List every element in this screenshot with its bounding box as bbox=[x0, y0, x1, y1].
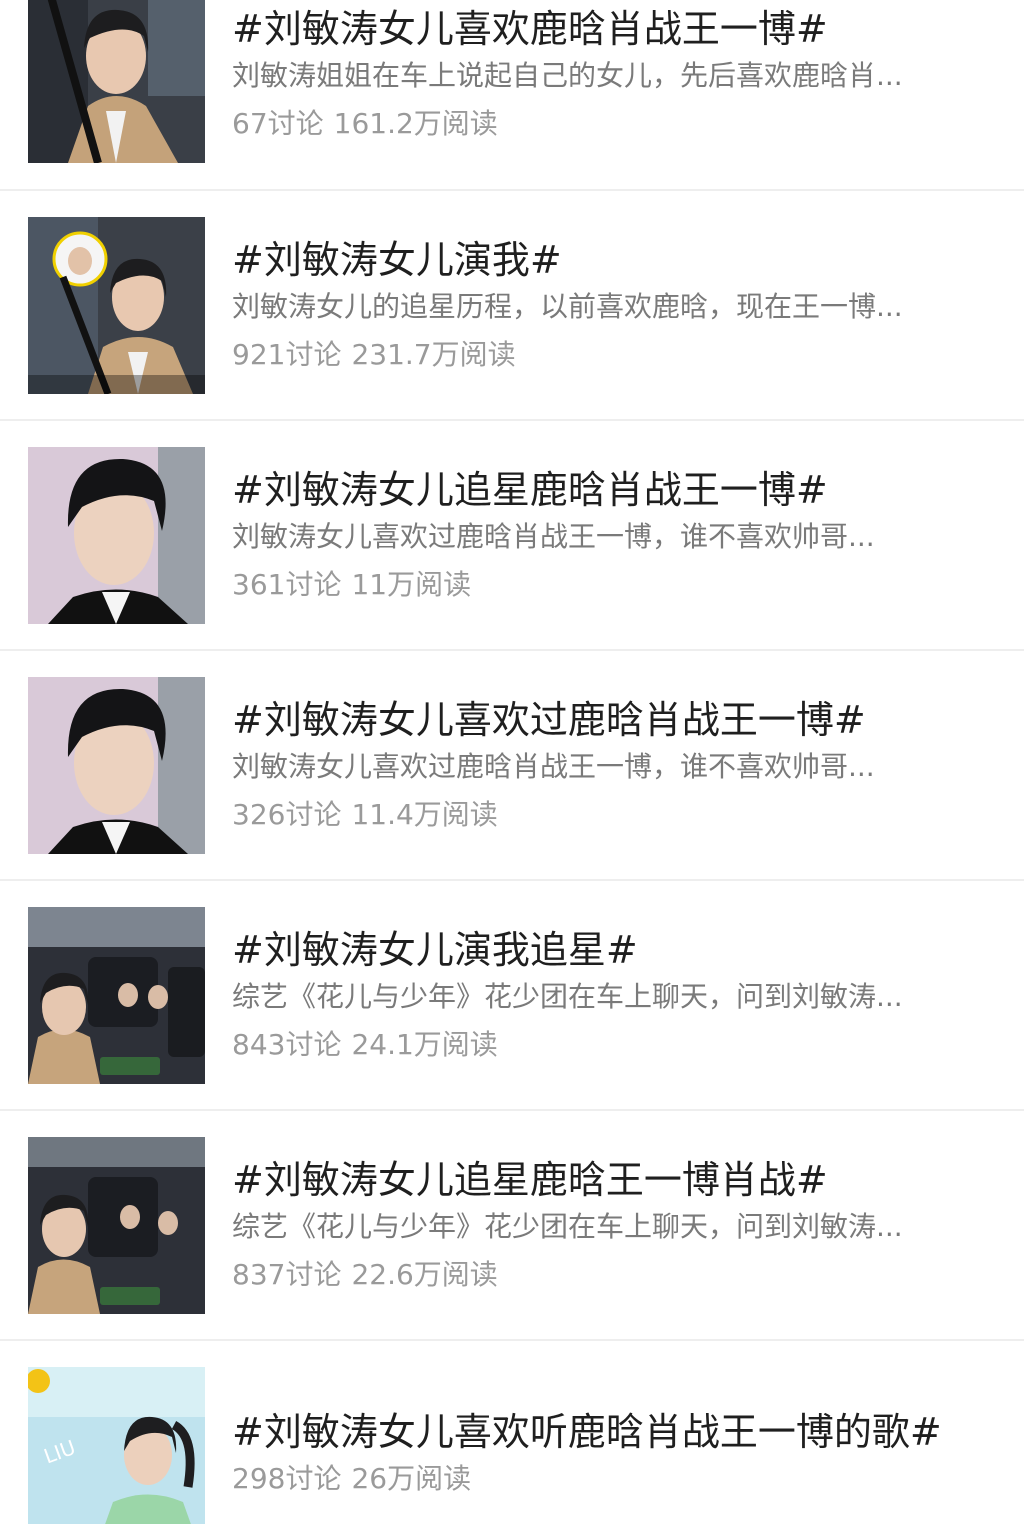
topic-item[interactable]: #刘敏涛女儿演我追星# 综艺《花儿与少年》花少团在车上聊天，问到刘敏涛... 8… bbox=[0, 881, 1024, 1111]
topic-text: #刘敏涛女儿演我追星# 综艺《花儿与少年》花少团在车上聊天，问到刘敏涛... 8… bbox=[232, 927, 986, 1063]
topic-item[interactable]: #刘敏涛女儿追星鹿晗肖战王一博# 刘敏涛女儿喜欢过鹿晗肖战王一博，谁不喜欢帅哥.… bbox=[0, 421, 1024, 651]
read-count: 26万阅读 bbox=[351, 1462, 472, 1495]
topic-text: #刘敏涛女儿演我# 刘敏涛女儿的追星历程，以前喜欢鹿晗，现在王一博... 921… bbox=[232, 237, 986, 373]
topic-stats: 298讨论 26万阅读 bbox=[232, 1461, 986, 1497]
discussion-count: 921讨论 bbox=[232, 338, 342, 371]
topic-title[interactable]: #刘敏涛女儿追星鹿晗肖战王一博# bbox=[232, 467, 986, 513]
topic-description: 刘敏涛姐姐在车上说起自己的女儿，先后喜欢鹿晗肖... bbox=[232, 59, 903, 92]
topic-list: #刘敏涛女儿喜欢鹿晗肖战王一博# 刘敏涛姐姐在车上说起自己的女儿，先后喜欢鹿晗肖… bbox=[0, 0, 1024, 1524]
topic-stats: 843讨论 24.1万阅读 bbox=[232, 1027, 986, 1063]
topic-text: #刘敏涛女儿喜欢鹿晗肖战王一博# 刘敏涛姐姐在车上说起自己的女儿，先后喜欢鹿晗肖… bbox=[232, 6, 986, 142]
topic-title[interactable]: #刘敏涛女儿喜欢过鹿晗肖战王一博# bbox=[232, 697, 986, 743]
topic-description: 刘敏涛女儿喜欢过鹿晗肖战王一博，谁不喜欢帅哥... bbox=[232, 750, 875, 783]
read-count: 161.2万阅读 bbox=[333, 107, 498, 140]
discussion-count: 837讨论 bbox=[232, 1258, 342, 1291]
read-count: 11.4万阅读 bbox=[351, 798, 498, 831]
topic-item[interactable]: #刘敏涛女儿喜欢鹿晗肖战王一博# 刘敏涛姐姐在车上说起自己的女儿，先后喜欢鹿晗肖… bbox=[0, 0, 1024, 191]
topic-stats: 361讨论 11万阅读 bbox=[232, 567, 986, 603]
topic-description: 刘敏涛女儿的追星历程，以前喜欢鹿晗，现在王一博... bbox=[232, 290, 903, 323]
topic-title[interactable]: #刘敏涛女儿喜欢鹿晗肖战王一博# bbox=[232, 6, 986, 52]
topic-stats: 326讨论 11.4万阅读 bbox=[232, 797, 986, 833]
topic-text: #刘敏涛女儿追星鹿晗王一博肖战# 综艺《花儿与少年》花少团在车上聊天，问到刘敏涛… bbox=[232, 1157, 986, 1293]
topic-text: #刘敏涛女儿喜欢过鹿晗肖战王一博# 刘敏涛女儿喜欢过鹿晗肖战王一博，谁不喜欢帅哥… bbox=[232, 697, 986, 833]
discussion-count: 326讨论 bbox=[232, 798, 342, 831]
group-in-car-thumbnail bbox=[28, 907, 205, 1084]
topic-title[interactable]: #刘敏涛女儿演我# bbox=[232, 237, 986, 283]
woman-in-car-thumbnail bbox=[28, 0, 205, 163]
man-portrait-thumbnail bbox=[28, 447, 205, 624]
discussion-count: 298讨论 bbox=[232, 1462, 342, 1495]
topic-item[interactable]: #刘敏涛女儿喜欢过鹿晗肖战王一博# 刘敏涛女儿喜欢过鹿晗肖战王一博，谁不喜欢帅哥… bbox=[0, 651, 1024, 881]
woman-green-sweater-thumbnail: LIU bbox=[28, 1367, 205, 1524]
discussion-count: 843讨论 bbox=[232, 1028, 342, 1061]
topic-item[interactable]: LIU #刘敏涛女儿喜欢听鹿晗肖战王一博的歌# 298讨论 26万阅读 bbox=[0, 1341, 1024, 1524]
topic-text: #刘敏涛女儿喜欢听鹿晗肖战王一博的歌# 298讨论 26万阅读 bbox=[232, 1409, 986, 1497]
topic-text: #刘敏涛女儿追星鹿晗肖战王一博# 刘敏涛女儿喜欢过鹿晗肖战王一博，谁不喜欢帅哥.… bbox=[232, 467, 986, 603]
woman-in-car-thumbnail bbox=[28, 217, 205, 394]
topic-stats: 837讨论 22.6万阅读 bbox=[232, 1257, 986, 1293]
group-in-car-thumbnail bbox=[28, 1137, 205, 1314]
topic-description: 刘敏涛女儿喜欢过鹿晗肖战王一博，谁不喜欢帅哥... bbox=[232, 520, 875, 553]
read-count: 231.7万阅读 bbox=[351, 338, 516, 371]
discussion-count: 67讨论 bbox=[232, 107, 324, 140]
topic-description: 综艺《花儿与少年》花少团在车上聊天，问到刘敏涛... bbox=[232, 980, 903, 1013]
topic-stats: 67讨论 161.2万阅读 bbox=[232, 106, 986, 142]
read-count: 11万阅读 bbox=[351, 568, 472, 601]
topic-stats: 921讨论 231.7万阅读 bbox=[232, 337, 986, 373]
topic-item[interactable]: #刘敏涛女儿追星鹿晗王一博肖战# 综艺《花儿与少年》花少团在车上聊天，问到刘敏涛… bbox=[0, 1111, 1024, 1341]
read-count: 22.6万阅读 bbox=[351, 1258, 498, 1291]
topic-item[interactable]: #刘敏涛女儿演我# 刘敏涛女儿的追星历程，以前喜欢鹿晗，现在王一博... 921… bbox=[0, 191, 1024, 421]
topic-title[interactable]: #刘敏涛女儿演我追星# bbox=[232, 927, 986, 973]
discussion-count: 361讨论 bbox=[232, 568, 342, 601]
man-portrait-thumbnail bbox=[28, 677, 205, 854]
topic-title[interactable]: #刘敏涛女儿追星鹿晗王一博肖战# bbox=[232, 1157, 986, 1203]
topic-description: 综艺《花儿与少年》花少团在车上聊天，问到刘敏涛... bbox=[232, 1210, 903, 1243]
read-count: 24.1万阅读 bbox=[351, 1028, 498, 1061]
topic-title[interactable]: #刘敏涛女儿喜欢听鹿晗肖战王一博的歌# bbox=[232, 1409, 986, 1455]
